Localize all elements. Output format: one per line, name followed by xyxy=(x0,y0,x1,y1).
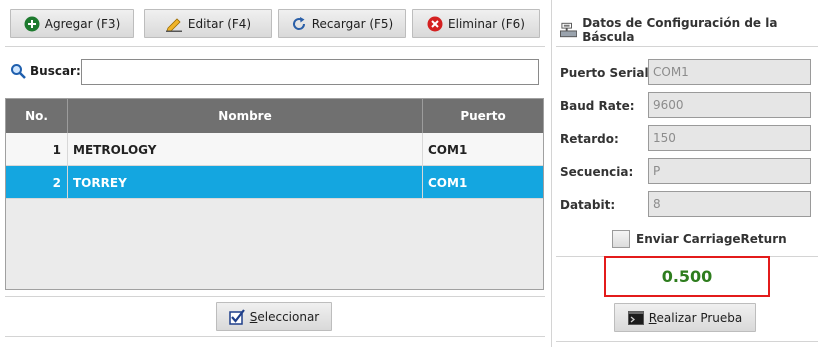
row-number: 2 xyxy=(6,166,68,199)
carriage-return-option[interactable]: Enviar CarriageReturn xyxy=(612,230,787,248)
terminal-icon xyxy=(627,310,644,325)
row-name: METROLOGY xyxy=(68,133,423,166)
edit-button[interactable]: Editar (F4) xyxy=(144,9,272,38)
select-button[interactable]: Seleccionar xyxy=(216,302,332,331)
config-title-group: Datos de Configuración de la Báscula xyxy=(560,16,823,44)
add-button[interactable]: Agregar (F3) xyxy=(10,9,134,38)
table-divider xyxy=(5,296,545,297)
weight-reading: 0.500 xyxy=(604,256,770,297)
config-title-divider xyxy=(556,46,818,47)
refresh-icon xyxy=(292,16,305,30)
table-header: No. Nombre Puerto xyxy=(6,99,543,133)
toolbar-divider xyxy=(5,46,545,47)
add-button-label: Agregar (F3) xyxy=(44,16,121,31)
serial-port-field[interactable]: COM1 xyxy=(648,59,811,85)
select-label-rest: eleccionar xyxy=(257,309,320,324)
right-bottom-divider xyxy=(556,341,818,342)
run-test-mnemonic: R xyxy=(648,310,657,325)
reload-button[interactable]: Recargar (F5) xyxy=(278,9,406,38)
databit-label: Databit: xyxy=(560,198,616,212)
add-icon xyxy=(24,16,40,31)
edit-button-label: Editar (F4) xyxy=(187,16,252,31)
delete-button-label: Eliminar (F6) xyxy=(448,16,525,31)
row-name: TORREY xyxy=(68,166,423,199)
search-label: Buscar: xyxy=(30,64,81,78)
panel-divider xyxy=(551,0,552,347)
row-number: 1 xyxy=(6,133,68,166)
sequence-label: Secuencia: xyxy=(560,165,634,179)
search-icon xyxy=(11,64,26,79)
table-row-selected[interactable]: 2 TORREY COM1 xyxy=(6,166,543,199)
search-label-group: Buscar: xyxy=(10,63,81,79)
config-title: Datos de Configuración de la Báscula xyxy=(582,16,778,44)
pencil-icon xyxy=(165,17,182,32)
serial-port-label: Puerto Serial: xyxy=(560,66,654,80)
scales-table: No. Nombre Puerto 1 METROLOGY COM1 2 TOR… xyxy=(5,98,544,290)
table-row[interactable]: 1 METROLOGY COM1 xyxy=(6,133,543,166)
column-header-name[interactable]: Nombre xyxy=(68,99,423,133)
row-port: COM1 xyxy=(428,175,468,190)
baud-rate-field[interactable]: 9600 xyxy=(648,92,811,118)
run-test-button[interactable]: Realizar Prueba xyxy=(614,303,756,332)
scale-icon xyxy=(560,22,578,38)
carriage-return-label: Enviar CarriageReturn xyxy=(636,232,787,246)
bottom-divider xyxy=(5,336,545,337)
delay-field[interactable]: 150 xyxy=(648,125,811,151)
run-test-label-rest: ealizar Prueba xyxy=(656,310,743,325)
delete-icon xyxy=(427,16,443,31)
reload-button-label: Recargar (F5) xyxy=(311,16,394,31)
carriage-return-checkbox[interactable] xyxy=(612,230,630,248)
select-button-label: Seleccionar xyxy=(250,310,320,324)
scale-list-panel: Agregar (F3) Editar (F4) Recargar (F5) E… xyxy=(0,0,548,347)
column-header-no[interactable]: No. xyxy=(6,99,68,133)
row-port: COM1 xyxy=(428,142,468,157)
sequence-field[interactable]: P xyxy=(648,158,811,184)
delete-button[interactable]: Eliminar (F6) xyxy=(412,9,540,38)
run-test-label: Realizar Prueba xyxy=(649,311,743,325)
search-input[interactable] xyxy=(81,59,539,85)
column-header-port[interactable]: Puerto xyxy=(423,99,543,133)
checkbox-checked-icon xyxy=(229,308,245,325)
baud-rate-label: Baud Rate: xyxy=(560,99,635,113)
delay-label: Retardo: xyxy=(560,132,619,146)
databit-field[interactable]: 8 xyxy=(648,191,811,217)
